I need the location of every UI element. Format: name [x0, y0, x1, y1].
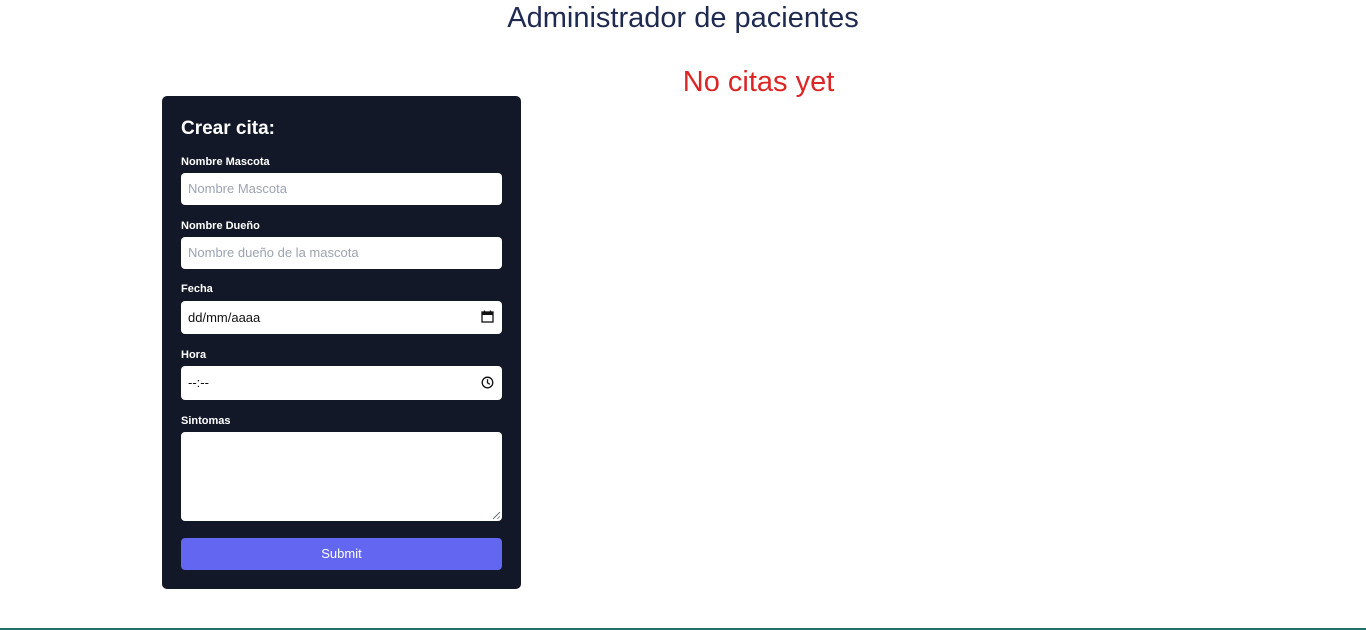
- form-title: Crear cita:: [181, 118, 275, 139]
- date-input-value: dd/mm/aaaa: [188, 310, 261, 325]
- owner-name-input[interactable]: Nombre dueño de la mascota: [181, 237, 502, 269]
- symptoms-textarea[interactable]: [181, 432, 502, 521]
- pet-name-input[interactable]: Nombre Mascota: [181, 173, 502, 205]
- time-input[interactable]: --:--: [181, 366, 502, 400]
- create-appointment-form: Crear cita: Nombre Mascota Nombre Mascot…: [162, 96, 521, 589]
- date-label: Fecha: [181, 283, 213, 295]
- date-input[interactable]: dd/mm/aaaa: [181, 301, 502, 334]
- no-appointments-message: No citas yet: [682, 66, 835, 98]
- pet-name-label: Nombre Mascota: [181, 156, 270, 168]
- time-label: Hora: [181, 349, 207, 361]
- submit-button[interactable]: Submit: [181, 538, 502, 570]
- page-title: Administrador de pacientes: [507, 2, 859, 34]
- time-input-value: --:--: [188, 375, 209, 390]
- calendar-icon[interactable]: [481, 310, 494, 323]
- clock-icon[interactable]: [481, 376, 494, 389]
- owner-name-label: Nombre Dueño: [181, 220, 260, 232]
- symptoms-label: Sintomas: [181, 415, 231, 427]
- resize-grip-icon[interactable]: [493, 512, 500, 519]
